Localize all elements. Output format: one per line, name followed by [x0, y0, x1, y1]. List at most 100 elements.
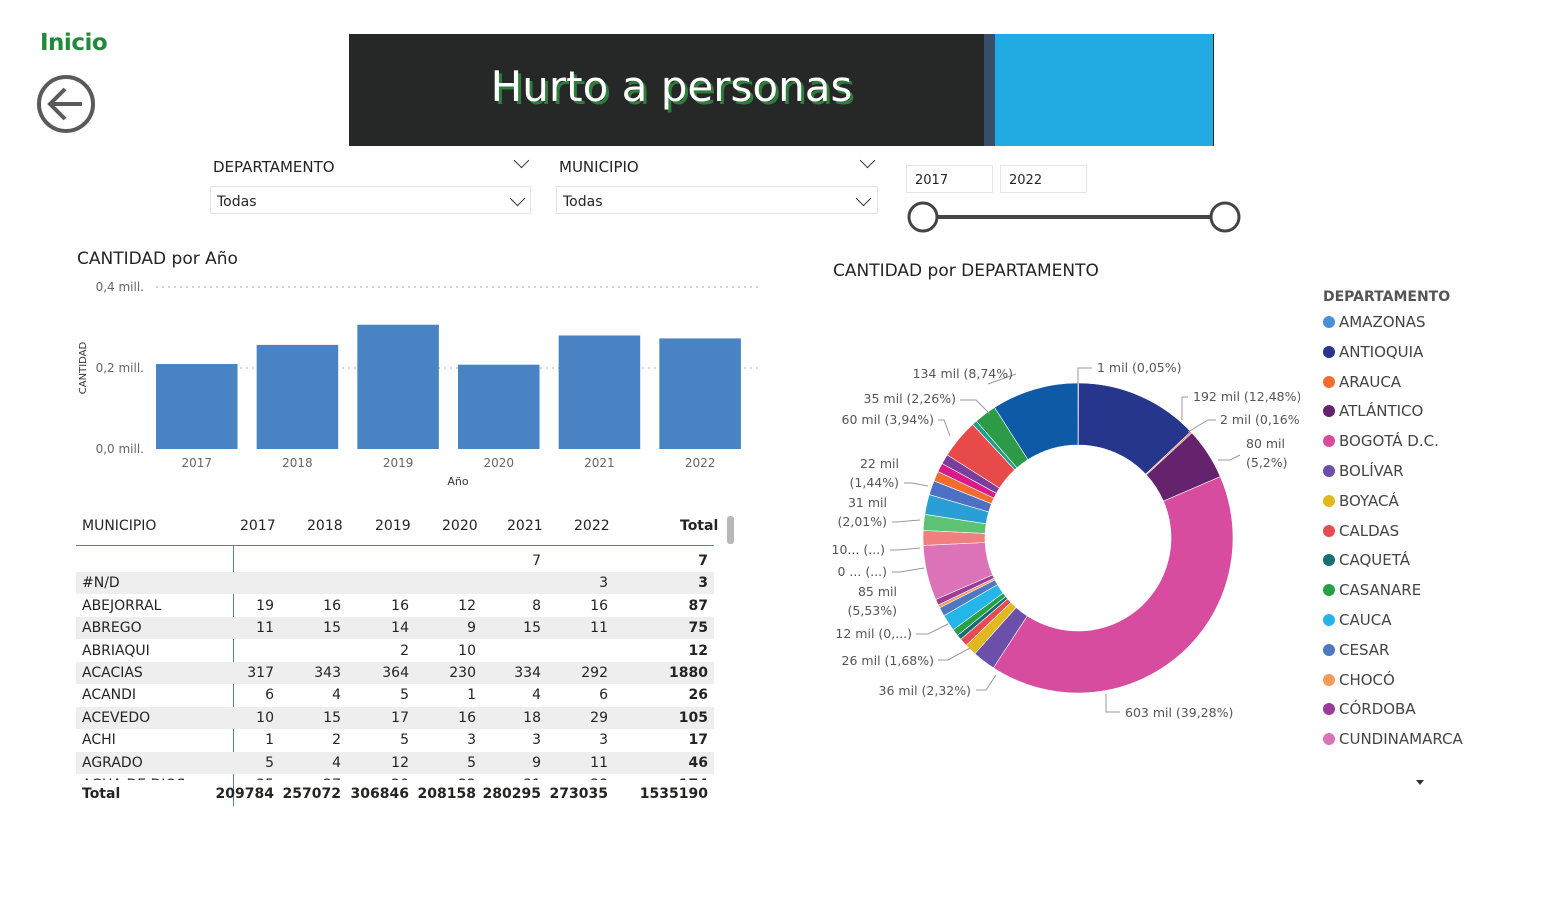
table-cell: 8 — [532, 597, 541, 614]
table-row-stripe — [76, 572, 714, 595]
legend-swatch — [1323, 643, 1335, 656]
slice-data-label: 192 mil (12,48%) — [1193, 389, 1300, 404]
legend-item[interactable]: CHOCÓ — [1323, 671, 1395, 689]
table-scrollbar[interactable] — [727, 516, 734, 544]
legend-label: ATLÁNTICO — [1339, 402, 1424, 421]
slice-data-label: 36 mil (2,32%) — [879, 683, 971, 698]
municipio-name: ACANDI — [82, 687, 137, 704]
year-to-input[interactable]: 2022 — [1000, 165, 1087, 193]
legend-item[interactable]: ATLÁNTICO — [1323, 402, 1423, 420]
home-link[interactable]: Inicio — [40, 30, 108, 56]
legend-item[interactable]: CAUCA — [1323, 611, 1391, 629]
legend-item[interactable]: CASANARE — [1323, 581, 1421, 599]
x-axis-label: Año — [447, 475, 468, 488]
table-cell: 3 — [599, 732, 608, 749]
municipio-name: ABRIAQUI — [82, 642, 150, 659]
table-cell: 16 — [590, 597, 608, 614]
chevron-down-icon[interactable] — [859, 152, 876, 169]
departamento-dropdown[interactable]: Todas — [210, 186, 531, 214]
y-axis-label: CANTIDAD — [78, 341, 89, 394]
leader-line — [1218, 454, 1241, 461]
leader-line — [892, 519, 921, 523]
legend-item[interactable]: ARAUCA — [1323, 373, 1401, 391]
table-cell: 11 — [590, 620, 608, 637]
table-cell: 15 — [523, 620, 541, 637]
slider-handle-start — [907, 201, 939, 233]
chevron-down-icon[interactable] — [513, 152, 530, 169]
back-arrow-icon[interactable] — [36, 74, 96, 134]
donut-slice — [992, 476, 1234, 694]
municipio-dropdown[interactable]: Todas — [556, 186, 878, 214]
table-cell: 26 — [688, 687, 708, 704]
departamento-value: Todas — [217, 194, 257, 210]
slice-data-label: 0 ... (...) — [838, 564, 888, 579]
leader-line — [1105, 694, 1120, 713]
bar-2021 — [558, 335, 641, 449]
legend-swatch — [1323, 554, 1335, 567]
legend-label: CUNDINAMARCA — [1339, 730, 1463, 749]
legend-scroll-down-icon[interactable] — [1414, 778, 1426, 788]
slice-data-label: 26 mil (1,68%) — [842, 653, 934, 668]
table-cell: 2 — [332, 732, 341, 749]
legend-item[interactable]: CUNDINAMARCA — [1323, 730, 1463, 748]
table-cell: 11 — [256, 620, 274, 637]
y-tick-label: 0,4 mill. — [96, 280, 144, 294]
bar-2019 — [357, 324, 439, 449]
table-cell: 75 — [688, 620, 708, 637]
legend-swatch — [1323, 614, 1335, 626]
municipio-name: #N/D — [82, 575, 120, 592]
table-cell: 2 — [400, 642, 409, 659]
table-row-stripe — [76, 751, 714, 774]
year-range-slider[interactable] — [905, 200, 1245, 236]
total-cell: Total — [82, 786, 121, 802]
legend-item[interactable]: BOYACÁ — [1323, 492, 1399, 510]
legend-item[interactable]: ANTIOQUIA — [1323, 343, 1423, 361]
table-cell: 15 — [323, 620, 341, 637]
total-cell: 306846 — [350, 786, 409, 802]
table-cell: 292 — [581, 665, 608, 681]
legend-label: CESAR — [1339, 640, 1390, 659]
leader-line — [938, 647, 971, 661]
table-cell: 3 — [599, 575, 608, 592]
legend-item[interactable]: BOGOTÁ D.C. — [1323, 432, 1439, 450]
table-cell: 19 — [256, 597, 274, 614]
leader-line — [892, 567, 925, 573]
slice-data-label: 80 mil — [1246, 436, 1285, 451]
departamento-slicer-label: DEPARTAMENTO — [213, 158, 335, 176]
column-header: 2021 — [507, 518, 543, 534]
legend-item[interactable]: CAQUETÁ — [1323, 551, 1410, 569]
column-header: 2017 — [240, 518, 276, 534]
year-from-input[interactable]: 2017 — [906, 165, 993, 193]
leader-line — [1181, 396, 1188, 420]
table-cell: 15 — [323, 709, 341, 726]
total-cell: 273035 — [549, 786, 608, 802]
legend-item[interactable]: BOLÍVAR — [1323, 462, 1404, 480]
legend-title: DEPARTAMENTO — [1323, 289, 1451, 305]
total-cell: 208158 — [417, 786, 476, 802]
legend-swatch — [1323, 703, 1335, 716]
slice-data-label: (5,2%) — [1246, 455, 1288, 470]
legend-swatch — [1323, 435, 1335, 448]
table-cell: 20 — [319, 777, 409, 780]
table-cell: 87 — [688, 597, 708, 614]
slice-data-label: 35 mil (2,26%) — [864, 391, 956, 406]
table-cell: 10 — [458, 642, 476, 659]
bar-2020 — [458, 364, 540, 449]
legend-item[interactable]: CESAR — [1323, 641, 1389, 659]
table-cell: 38 — [518, 777, 608, 780]
bar-chart-title: CANTIDAD por Año — [77, 249, 238, 269]
legend-label: ARAUCA — [1339, 372, 1402, 391]
legend-label: BOLÍVAR — [1339, 462, 1404, 480]
table-cell: 17 — [688, 732, 708, 749]
municipio-value: Todas — [563, 194, 603, 210]
legend-item[interactable]: AMAZONAS — [1323, 313, 1426, 331]
table-cell: 3 — [467, 732, 476, 749]
table-cell: 5 — [265, 754, 274, 771]
column-header: 2019 — [375, 518, 411, 534]
leader-line — [960, 399, 991, 415]
legend-item[interactable]: CALDAS — [1323, 522, 1399, 540]
leader-line — [938, 419, 951, 437]
legend-item[interactable]: CÓRDOBA — [1323, 700, 1416, 718]
table-cell: 16 — [458, 709, 476, 726]
leader-line — [890, 547, 921, 551]
